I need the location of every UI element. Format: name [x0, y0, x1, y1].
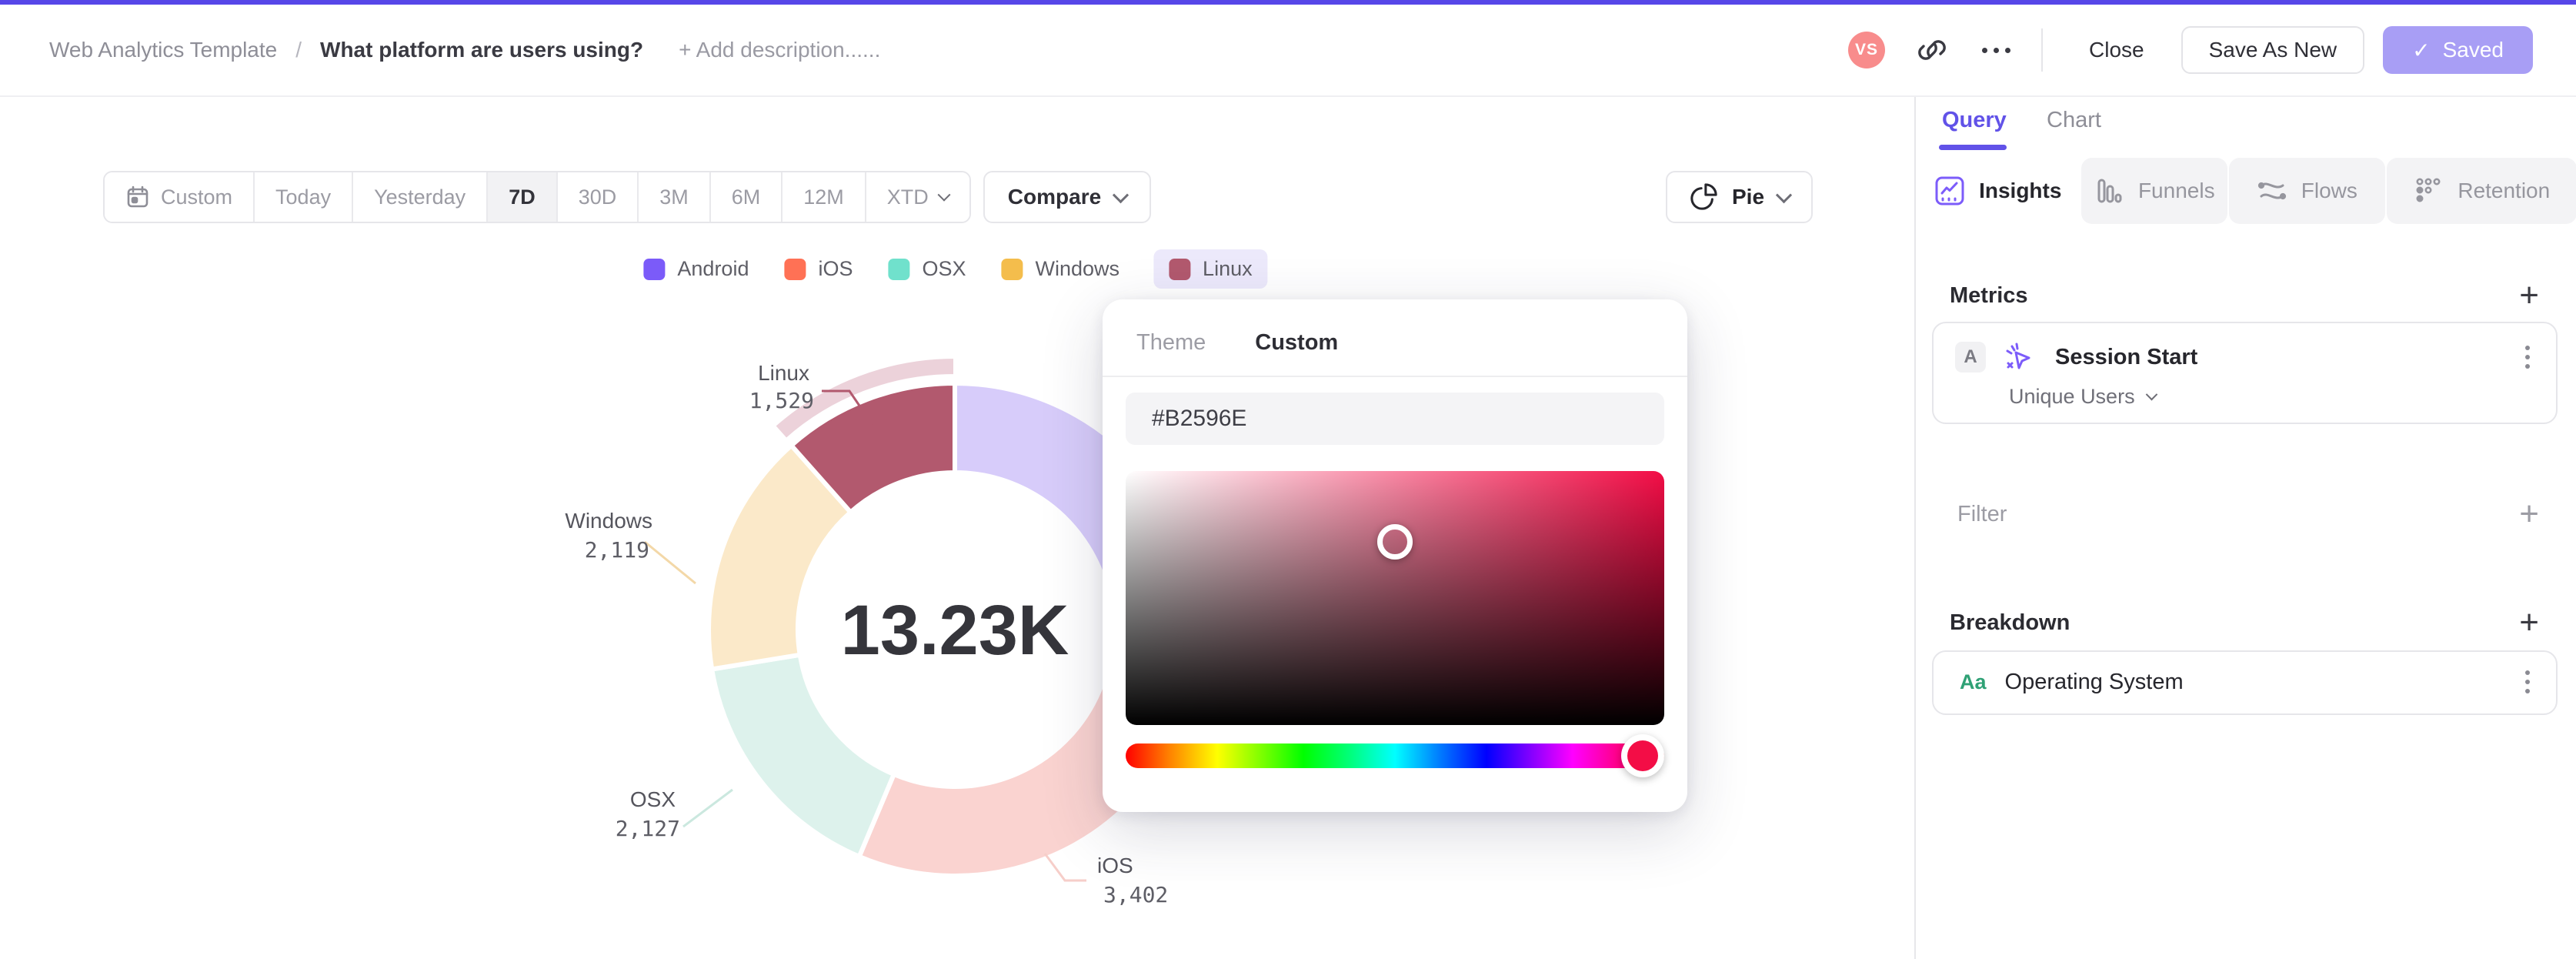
funnels-icon — [2094, 175, 2124, 206]
breakdown-card-row: Aa Operating System — [1934, 652, 2556, 697]
slice-label-value: 3,402 — [1103, 882, 1168, 907]
breakdown-kebab-menu-icon[interactable] — [2522, 667, 2533, 697]
tab-chart[interactable]: Chart — [2047, 108, 2101, 133]
slice-label-value: 1,529 — [749, 388, 814, 413]
tab-funnels[interactable]: Funnels — [2080, 158, 2228, 224]
check-icon: ✓ — [2412, 38, 2431, 62]
tab-label: Retention — [2458, 179, 2551, 202]
label-leader-line — [644, 540, 696, 585]
color-picker-tabs: Theme Custom — [1103, 299, 1687, 356]
page-title[interactable]: What platform are users using? — [320, 38, 643, 62]
metric-card[interactable]: A Session Start Unique Users — [1932, 322, 2558, 424]
header-divider — [2041, 28, 2043, 72]
chevron-down-icon — [2145, 388, 2157, 401]
pie-slice-osx[interactable] — [709, 652, 896, 859]
series-badge: A — [1955, 342, 1986, 373]
donut-total-value: 13.23K — [841, 591, 1069, 670]
popup-divider — [1103, 376, 1687, 377]
slice-label-value: 2,127 — [616, 816, 680, 841]
breakdown-heading: Breakdown — [1950, 610, 2070, 635]
metric-card-row: A Session Start — [1934, 323, 2556, 373]
tab-query[interactable]: Query — [1942, 108, 2007, 133]
metrics-heading: Metrics — [1950, 282, 2028, 308]
flows-icon — [2257, 175, 2287, 206]
slice-label-value: 2,119 — [585, 537, 649, 563]
more-options-icon[interactable] — [1982, 47, 2010, 53]
chart-panel: Custom Today Yesterday 7D 30D 3M 6M 12M XTD Comp… — [0, 97, 1914, 959]
session-start-icon — [2003, 342, 2034, 373]
metric-kebab-menu-icon[interactable] — [2522, 342, 2533, 372]
slice-label-name: Linux — [758, 361, 809, 385]
color-pointer[interactable] — [1377, 524, 1413, 560]
saturation-value-area[interactable] — [1126, 471, 1664, 725]
breakdown-card[interactable]: Aa Operating System — [1932, 650, 2558, 715]
add-description-button[interactable]: + Add description...... — [679, 38, 880, 62]
breadcrumb-project[interactable]: Web Analytics Template — [49, 38, 277, 62]
tab-insights[interactable]: Insights — [1916, 158, 2080, 224]
breakdown-property-name: Operating System — [2004, 669, 2184, 694]
color-picker-popup: Theme Custom #B2596E — [1103, 299, 1687, 812]
add-filter-button[interactable]: + — [2519, 497, 2539, 531]
save-as-new-button[interactable]: Save As New — [2181, 26, 2365, 74]
close-button[interactable]: Close — [2069, 26, 2164, 74]
share-link-icon[interactable] — [1916, 34, 1948, 66]
breadcrumb-separator: / — [295, 38, 302, 62]
insights-icon — [1934, 175, 1965, 206]
tab-label: Flows — [2301, 179, 2357, 202]
tab-label: Funnels — [2137, 179, 2215, 202]
hex-color-input[interactable]: #B2596E — [1126, 393, 1664, 445]
saved-button[interactable]: ✓ Saved — [2383, 26, 2533, 74]
hex-value: #B2596E — [1152, 406, 1247, 431]
breadcrumb: Web Analytics Template / What platform a… — [49, 38, 880, 62]
hue-slider[interactable] — [1126, 734, 1664, 777]
theme-tab[interactable]: Theme — [1136, 330, 1206, 356]
saved-label: Saved — [2442, 38, 2504, 62]
add-breakdown-button[interactable]: + — [2519, 606, 2539, 640]
aggregation-dropdown[interactable]: Unique Users — [1934, 373, 2556, 409]
retention-icon — [2413, 175, 2444, 206]
add-metric-button[interactable]: + — [2519, 279, 2539, 312]
hue-slider-handle[interactable] — [1621, 734, 1664, 777]
metrics-header-row: Metrics + — [1916, 279, 2576, 312]
tab-retention[interactable]: Retention — [2386, 158, 2576, 224]
filter-heading: Filter — [1957, 501, 2007, 526]
custom-tab[interactable]: Custom — [1255, 330, 1338, 356]
slice-label-name: OSX — [630, 787, 676, 811]
filter-header-row: Filter + — [1916, 497, 2576, 531]
active-tab-underline — [1939, 145, 2007, 150]
slice-label-name: iOS — [1097, 854, 1133, 877]
header: Web Analytics Template / What platform a… — [0, 5, 2576, 97]
header-actions: VS Close Save As New ✓ Saved — [1848, 26, 2533, 74]
tab-flows[interactable]: Flows — [2229, 158, 2385, 224]
metric-event-name: Session Start — [2055, 344, 2198, 369]
tab-label: Insights — [1979, 179, 2062, 202]
query-sidebar: Query Chart Insights Funnels Flows Retentio… — [1914, 97, 2576, 959]
aggregation-label: Unique Users — [2009, 385, 2135, 408]
label-leader-line — [682, 788, 733, 828]
slice-label-name: Windows — [565, 509, 652, 533]
breakdown-header-row: Breakdown + — [1916, 606, 2576, 640]
insight-type-tabs: Insights Funnels Flows Retention — [1916, 158, 2576, 224]
avatar[interactable]: VS — [1848, 32, 1885, 68]
string-property-badge: Aa — [1960, 670, 1987, 693]
